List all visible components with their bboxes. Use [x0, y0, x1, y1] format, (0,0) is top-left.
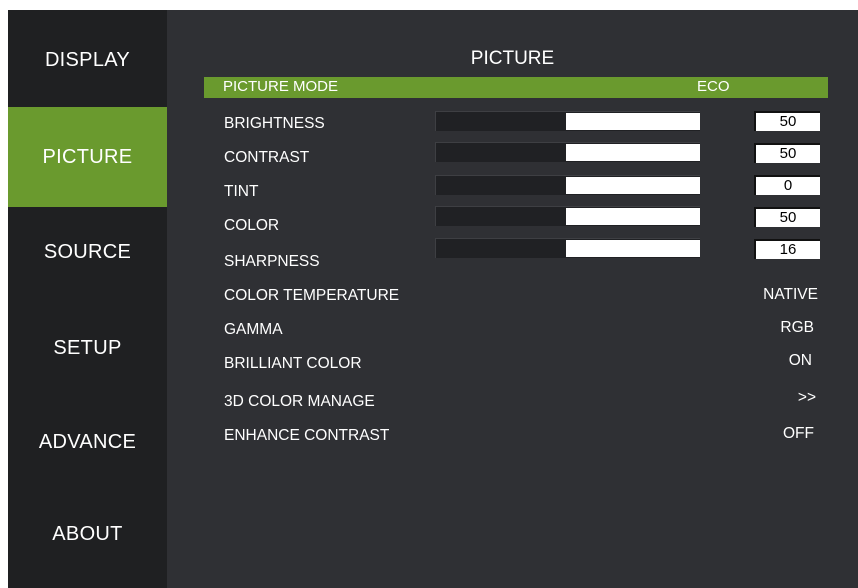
sidebar: DISPLAY PICTURE SOURCE SETUP ADVANCE ABO…	[8, 10, 167, 588]
slider-fill	[566, 208, 700, 225]
brightness-value-box[interactable]: 50	[754, 111, 820, 131]
page-title: PICTURE	[470, 48, 555, 69]
sidebar-item-picture[interactable]: PICTURE	[8, 107, 167, 207]
picture-mode-row[interactable]: PICTURE MODE ECO	[204, 77, 828, 98]
sidebar-item-label: ABOUT	[52, 522, 123, 545]
brightness-slider[interactable]	[435, 111, 700, 131]
color-temperature-value[interactable]: NATIVE	[763, 286, 818, 304]
sidebar-item-advance[interactable]: ADVANCE	[8, 392, 167, 492]
brightness-label: BRIGHTNESS	[224, 115, 325, 132]
tint-label: TINT	[224, 183, 259, 200]
gamma-label[interactable]: GAMMA	[224, 321, 283, 339]
slider-fill	[566, 240, 700, 257]
sidebar-item-label: SOURCE	[43, 240, 132, 263]
3d-color-manage-arrow[interactable]: >>	[798, 389, 816, 407]
slider-fill	[566, 144, 700, 161]
color-temperature-label[interactable]: COLOR TEMPERATURE	[224, 287, 399, 305]
enhance-contrast-label[interactable]: ENHANCE CONTRAST	[224, 427, 389, 445]
contrast-label: CONTRAST	[224, 149, 310, 166]
tint-value-box[interactable]: 0	[754, 175, 820, 195]
sidebar-item-label: SETUP	[53, 336, 122, 359]
enhance-contrast-value[interactable]: OFF	[783, 425, 814, 443]
picture-mode-label: PICTURE MODE	[223, 78, 339, 95]
sidebar-item-label: ADVANCE	[38, 430, 137, 453]
color-label: COLOR	[224, 217, 280, 234]
gamma-value[interactable]: RGB	[780, 319, 814, 337]
slider-fill	[566, 113, 700, 130]
color-slider[interactable]	[435, 206, 700, 226]
sidebar-item-display[interactable]: DISPLAY	[8, 10, 167, 110]
osd-menu: DISPLAY PICTURE SOURCE SETUP ADVANCE ABO…	[8, 10, 858, 588]
sidebar-item-source[interactable]: SOURCE	[8, 202, 167, 302]
sharpness-label: SHARPNESS	[224, 253, 320, 270]
sidebar-item-label: PICTURE	[42, 145, 133, 168]
color-value-box[interactable]: 50	[754, 207, 820, 227]
brilliant-color-value[interactable]: ON	[789, 352, 812, 370]
tint-slider[interactable]	[435, 175, 700, 195]
sharpness-slider[interactable]	[435, 238, 700, 258]
slider-fill	[566, 177, 700, 194]
picture-mode-value: ECO	[697, 78, 730, 95]
contrast-value-box[interactable]: 50	[754, 143, 820, 163]
sidebar-item-label: DISPLAY	[44, 48, 131, 71]
3d-color-manage-label[interactable]: 3D COLOR MANAGE	[224, 393, 375, 411]
brilliant-color-label[interactable]: BRILLIANT COLOR	[224, 355, 362, 373]
sharpness-value-box[interactable]: 16	[754, 239, 820, 259]
sidebar-item-about[interactable]: ABOUT	[8, 484, 167, 584]
sidebar-item-setup[interactable]: SETUP	[8, 298, 167, 398]
contrast-slider[interactable]	[435, 142, 700, 162]
